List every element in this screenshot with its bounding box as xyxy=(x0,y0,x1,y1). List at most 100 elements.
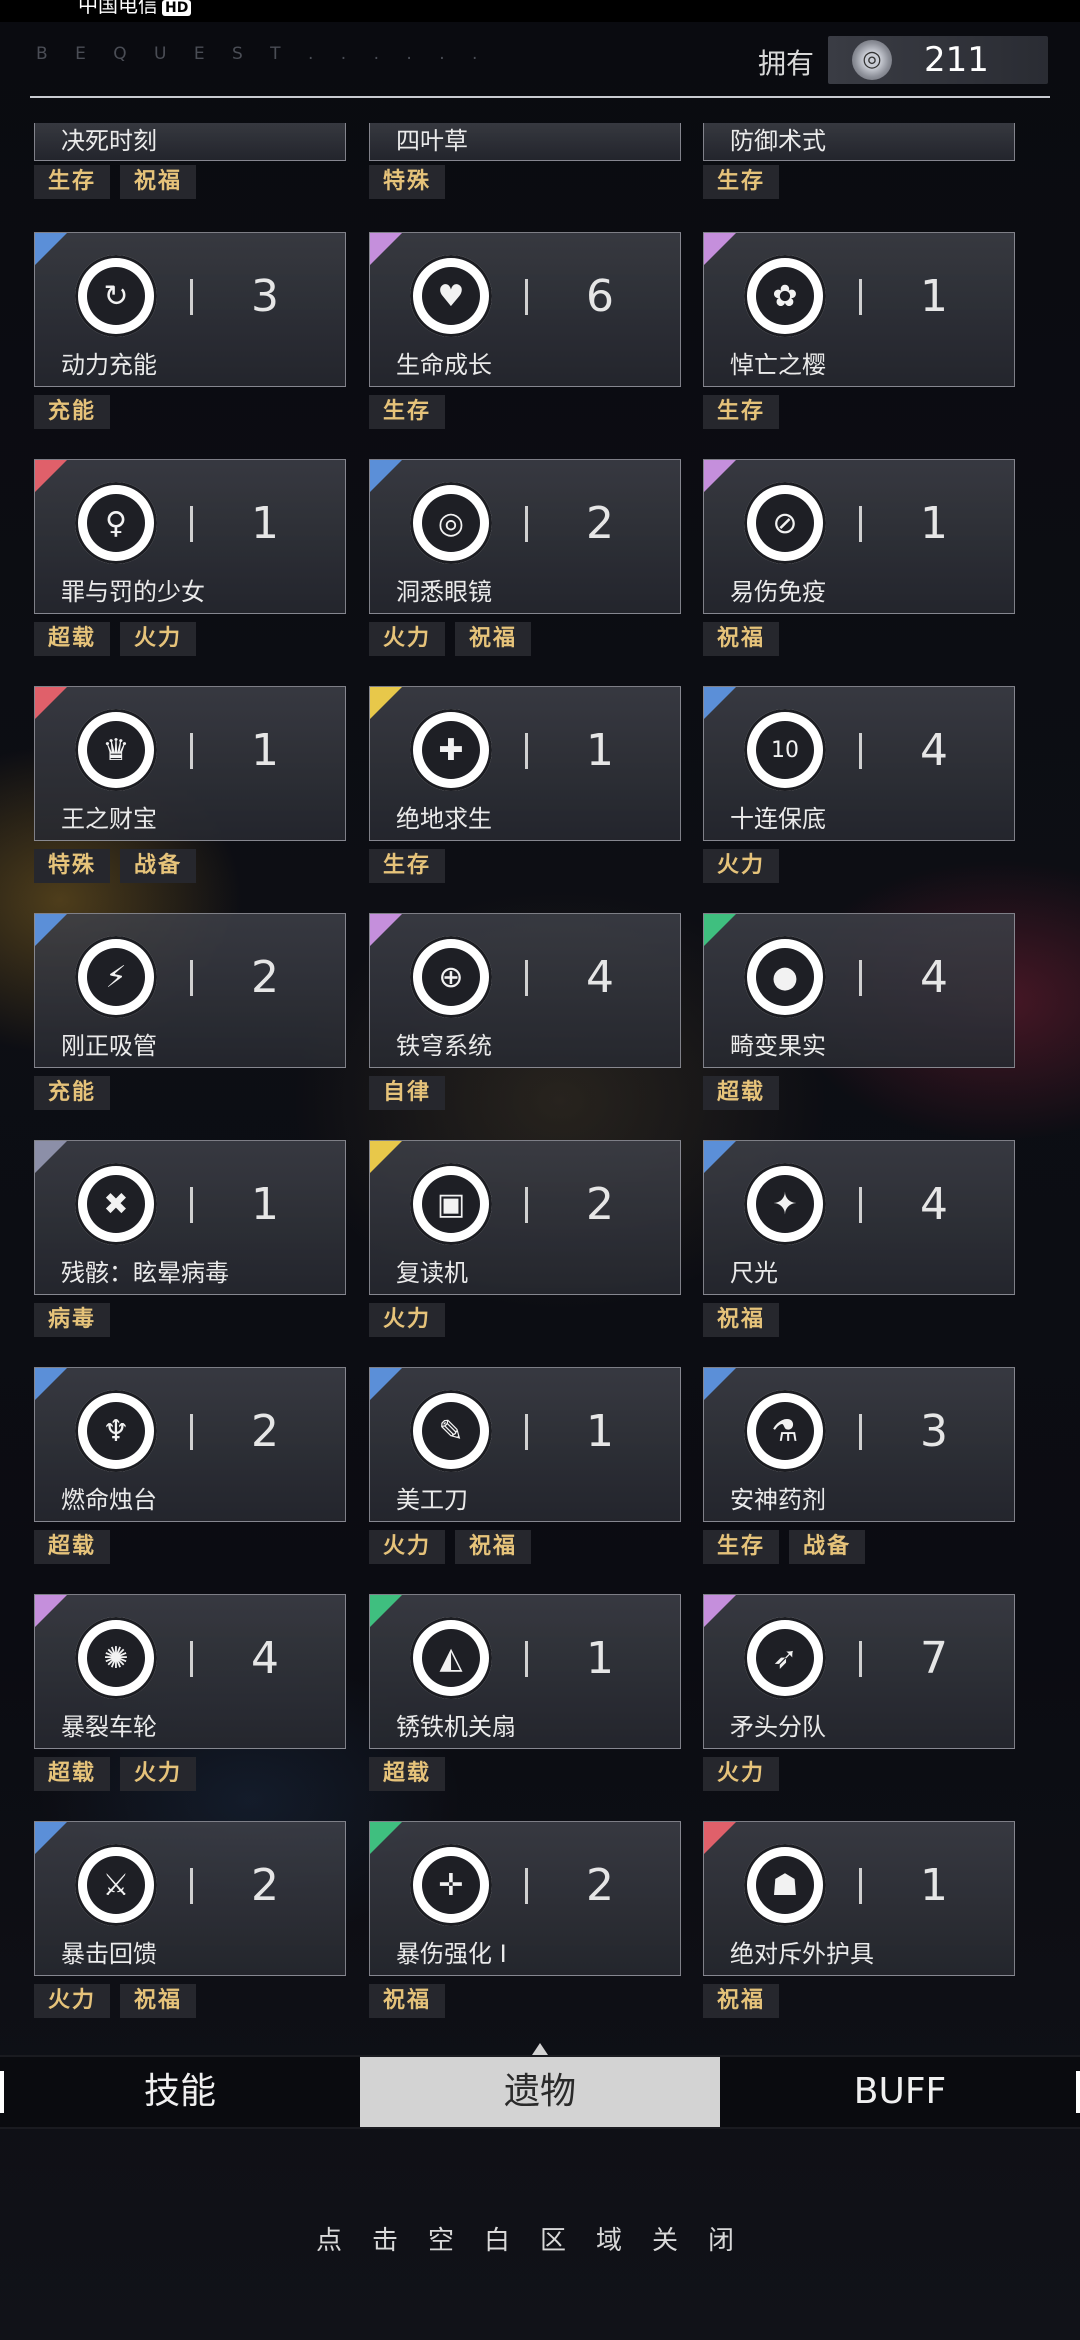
active-tab-caret xyxy=(532,2043,548,2055)
relic-icon-glyph: ♀ xyxy=(87,494,145,552)
relic-tags: 生存 祝福 xyxy=(34,165,206,199)
relic-card[interactable]: ♆ 2 燃命烛台 xyxy=(34,1367,346,1522)
relic-tag: 火力 xyxy=(120,622,197,656)
relic-tags: 病毒 xyxy=(34,1303,120,1337)
tab-skills[interactable]: 技能 xyxy=(10,2057,350,2127)
relic-icon-glyph: ✛ xyxy=(422,1856,480,1914)
relic-tags: 超载 xyxy=(34,1530,120,1564)
count-separator xyxy=(190,1868,193,1904)
relic-tag: 充能 xyxy=(34,395,111,429)
relic-card-partial[interactable]: 四叶草 xyxy=(369,123,681,161)
relic-card[interactable]: ♀ 1 罪与罚的少女 xyxy=(34,459,346,614)
count-separator xyxy=(859,733,862,769)
rarity-corner xyxy=(35,687,67,719)
relic-card[interactable]: ✖ 1 残骸：眩晕病毒 xyxy=(34,1140,346,1295)
relic-count: 7 xyxy=(920,1633,948,1684)
relic-tag: 祝福 xyxy=(703,622,780,656)
relic-tags: 超载 火力 xyxy=(34,622,206,656)
relic-card[interactable]: ⚗ 3 安神药剂 xyxy=(703,1367,1015,1522)
relic-tags: 充能 xyxy=(34,395,120,429)
tab-buff[interactable]: BUFF xyxy=(730,2057,1070,2127)
fan-icon: ◭ xyxy=(410,1617,492,1699)
relic-tags: 火力 祝福 xyxy=(34,1984,206,2018)
rarity-corner xyxy=(35,1822,67,1854)
relic-tag: 生存 xyxy=(34,165,111,199)
relic-count: 1 xyxy=(586,1406,614,1457)
relic-card[interactable]: ➶ 7 矛头分队 xyxy=(703,1594,1015,1749)
relic-card[interactable]: ♛ 1 王之财宝 xyxy=(34,686,346,841)
relic-card[interactable]: ✦ 4 尺光 xyxy=(703,1140,1015,1295)
relic-tag: 超载 xyxy=(703,1076,780,1110)
relic-tag: 火力 xyxy=(369,1303,446,1337)
target-icon: ⊕ xyxy=(410,936,492,1018)
ten-pull-icon: 10 xyxy=(744,709,826,791)
relic-tags: 火力 xyxy=(369,1303,455,1337)
candelabra-icon: ♆ xyxy=(75,1390,157,1472)
relic-count: 1 xyxy=(251,1179,279,1230)
straw-icon: ⚡ xyxy=(75,936,157,1018)
tab-bar: 技能 遗物 BUFF xyxy=(0,2043,1080,2129)
relic-tag: 火力 xyxy=(703,1757,780,1791)
relic-name: 易伤免疫 xyxy=(730,578,826,606)
relic-card[interactable]: ● 4 畸变果实 xyxy=(703,913,1015,1068)
relic-name: 绝地求生 xyxy=(396,805,492,833)
relic-card[interactable]: ⊕ 4 铁穹系统 xyxy=(369,913,681,1068)
coin-counter: ◎ 211 xyxy=(828,36,1048,84)
relic-card[interactable]: ☗ 1 绝对斥外护具 xyxy=(703,1821,1015,1976)
relic-card[interactable]: ⚡ 2 刚正吸管 xyxy=(34,913,346,1068)
relic-icon-glyph: ✖ xyxy=(87,1175,145,1233)
relic-card-partial[interactable]: 防御术式 xyxy=(703,123,1015,161)
relic-tag: 火力 xyxy=(703,849,780,883)
relic-name: 美工刀 xyxy=(396,1486,468,1514)
carrier-name: 中国电信 xyxy=(78,0,158,17)
owned-label: 拥有 xyxy=(758,47,815,80)
relic-tags: 充能 xyxy=(34,1076,120,1110)
relic-tag: 病毒 xyxy=(34,1303,111,1337)
relic-tags: 生存 xyxy=(369,849,455,883)
relic-card[interactable]: ↻ 3 动力充能 xyxy=(34,232,346,387)
count-separator xyxy=(525,1414,528,1450)
relic-count: 3 xyxy=(920,1406,948,1457)
relic-tags: 生存 xyxy=(703,165,789,199)
relic-tags: 超载 火力 xyxy=(34,1757,206,1791)
relic-card[interactable]: ▣ 2 复读机 xyxy=(369,1140,681,1295)
relic-icon-glyph: ▣ xyxy=(422,1175,480,1233)
relic-icon-glyph: ◭ xyxy=(422,1629,480,1687)
relic-card[interactable]: ⚔ 2 暴击回馈 xyxy=(34,1821,346,1976)
relic-tag: 祝福 xyxy=(455,1530,532,1564)
relic-card[interactable]: ✿ 1 悼亡之樱 xyxy=(703,232,1015,387)
relic-card[interactable]: 10 4 十连保底 xyxy=(703,686,1015,841)
relic-icon-glyph: ⚔ xyxy=(87,1856,145,1914)
relic-icon-glyph: ⚡ xyxy=(87,948,145,1006)
count-separator xyxy=(190,1414,193,1450)
relic-card-partial[interactable]: 决死时刻 xyxy=(34,123,346,161)
relic-card[interactable]: ◭ 1 锈铁机关扇 xyxy=(369,1594,681,1749)
relic-card[interactable]: ◎ 2 洞悉眼镜 xyxy=(369,459,681,614)
count-separator xyxy=(859,1414,862,1450)
relic-name: 四叶草 xyxy=(396,127,468,155)
relic-count: 4 xyxy=(920,725,948,776)
count-separator xyxy=(190,1641,193,1677)
rarity-corner xyxy=(35,233,67,265)
relic-tag: 生存 xyxy=(369,395,446,429)
relic-tags: 生存 xyxy=(369,395,455,429)
carrier-label: 中国电信 HD xyxy=(78,0,192,17)
relic-tag: 自律 xyxy=(369,1076,446,1110)
relic-name: 罪与罚的少女 xyxy=(61,578,205,606)
relic-name: 生命成长 xyxy=(396,351,492,379)
relic-count: 4 xyxy=(920,1179,948,1230)
relic-icon-glyph: ♆ xyxy=(87,1402,145,1460)
relic-tag: 生存 xyxy=(703,165,780,199)
tab-relics[interactable]: 遗物 xyxy=(360,2043,720,2127)
relic-count: 2 xyxy=(251,1860,279,1911)
crosshair-icon: ✛ xyxy=(410,1844,492,1926)
count-separator xyxy=(190,1187,193,1223)
relic-card[interactable]: ⊘ 1 易伤免疫 xyxy=(703,459,1015,614)
relic-card[interactable]: ✛ 2 暴伤强化 I xyxy=(369,1821,681,1976)
count-separator xyxy=(525,960,528,996)
relic-card[interactable]: ✚ 1 绝地求生 xyxy=(369,686,681,841)
relic-card[interactable]: ♥ 6 生命成长 xyxy=(369,232,681,387)
medkit-icon: ✚ xyxy=(410,709,492,791)
relic-card[interactable]: ✺ 4 暴裂车轮 xyxy=(34,1594,346,1749)
relic-card[interactable]: ✎ 1 美工刀 xyxy=(369,1367,681,1522)
